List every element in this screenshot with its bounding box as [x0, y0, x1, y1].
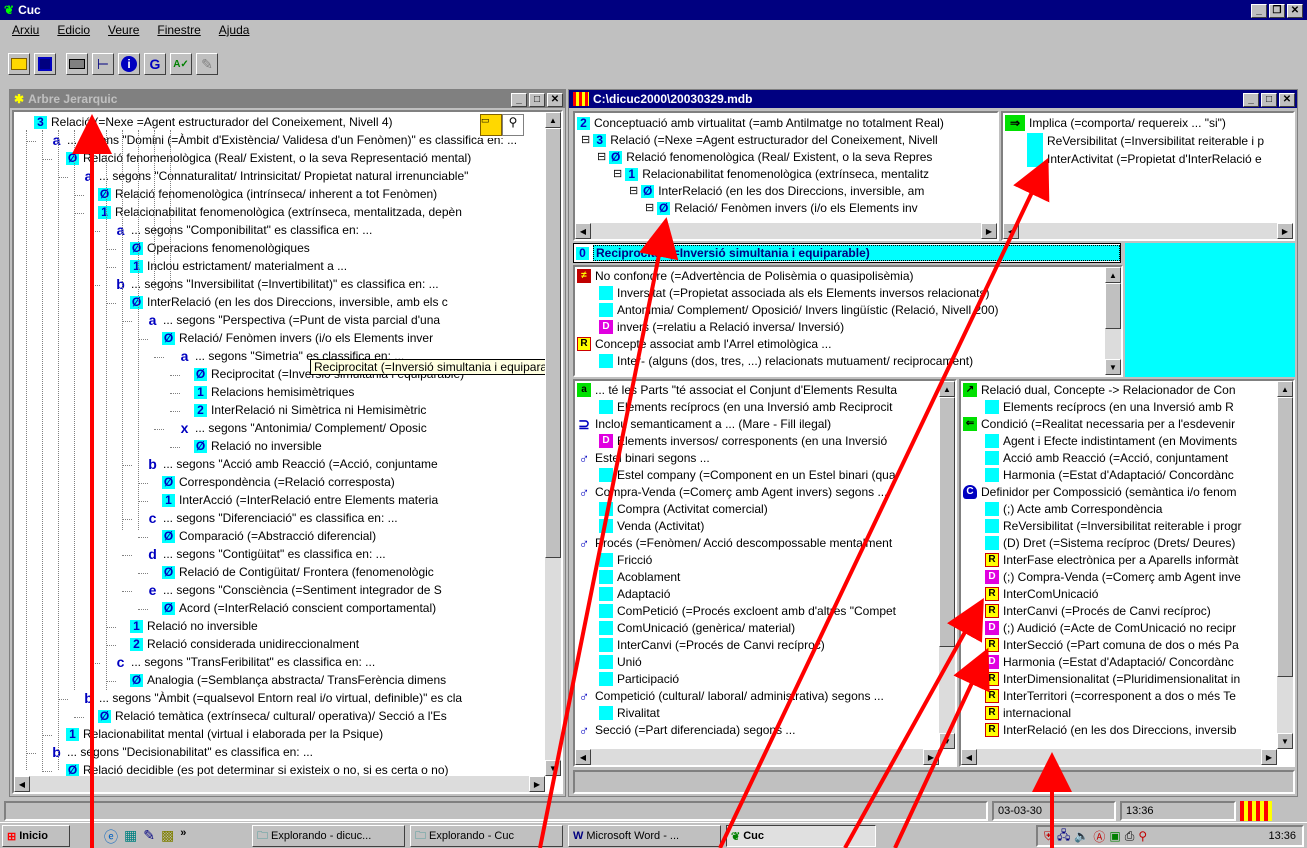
annotation-arrow — [718, 157, 1050, 848]
annotation-arrow — [538, 217, 679, 848]
desktop: { "app":{"title":"Cuc"}, "menu":["Arxiu"… — [0, 0, 1307, 848]
annotation-arrow — [893, 647, 990, 848]
annotation-arrows — [72, 114, 1072, 848]
